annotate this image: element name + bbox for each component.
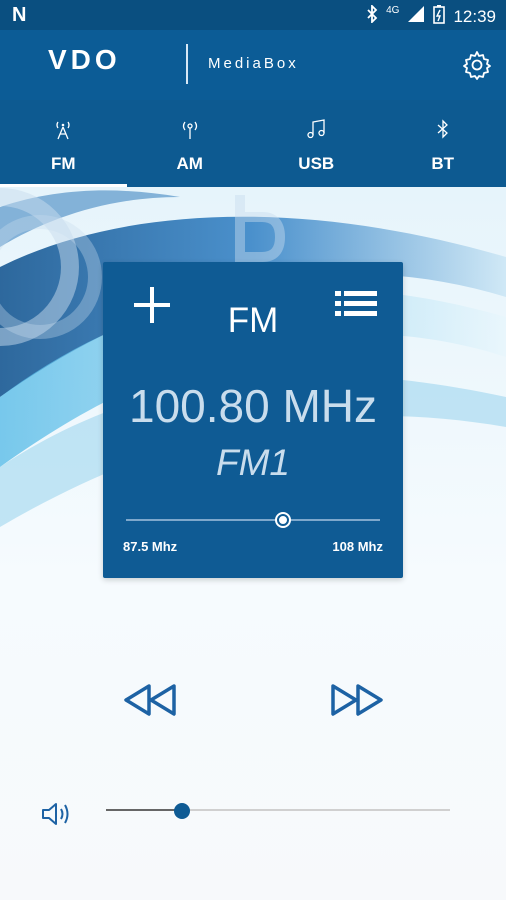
tab-bt-label: BT bbox=[431, 154, 455, 173]
antenna-icon bbox=[56, 121, 70, 140]
tab-bt[interactable]: BT bbox=[380, 100, 506, 187]
logo-divider bbox=[186, 44, 188, 84]
volume-slider-fill bbox=[106, 809, 182, 811]
status-icons: 4G 12:39 bbox=[366, 3, 496, 29]
radio-icon bbox=[182, 121, 197, 139]
min-frequency-label: 87.5 Mhz bbox=[123, 539, 178, 554]
bluetooth-icon bbox=[437, 119, 448, 139]
bluetooth-status-icon bbox=[366, 3, 378, 28]
network-label: 4G bbox=[386, 5, 400, 16]
tab-am[interactable]: AM bbox=[127, 100, 254, 187]
status-time: 12:39 bbox=[453, 6, 496, 26]
tab-usb[interactable]: USB bbox=[253, 100, 380, 187]
signal-icon bbox=[407, 5, 425, 28]
brand-logo: VDO bbox=[48, 44, 121, 75]
music-note-icon bbox=[307, 119, 325, 139]
tab-usb-label: USB bbox=[298, 154, 335, 173]
tab-am-label: AM bbox=[176, 154, 203, 173]
preset-label: FM1 bbox=[216, 442, 290, 483]
app-bar: VDO MediaBox bbox=[0, 30, 506, 100]
frequency-slider-thumb[interactable] bbox=[277, 514, 290, 526]
fast-forward-icon bbox=[331, 684, 383, 716]
settings-button[interactable] bbox=[462, 50, 492, 80]
tab-fm-label: FM bbox=[50, 154, 76, 173]
rewind-icon bbox=[124, 684, 176, 716]
source-tabs: FM AM USB BT bbox=[0, 100, 506, 187]
battery-icon bbox=[433, 4, 446, 29]
fast-forward-button[interactable] bbox=[329, 682, 385, 718]
band-label: FM bbox=[227, 301, 279, 340]
notification-icon: N bbox=[12, 4, 27, 26]
status-bar: N 4G 12:39 bbox=[0, 0, 506, 30]
volume-slider-thumb[interactable] bbox=[173, 803, 190, 819]
frequency-slider[interactable] bbox=[126, 519, 380, 521]
tuner-card: FM 100.80 MHz FM1 87.5 Mhz 108 Mhz bbox=[103, 262, 403, 578]
tab-fm[interactable]: FM bbox=[0, 100, 127, 187]
volume-icon[interactable] bbox=[40, 800, 74, 828]
gear-icon bbox=[463, 51, 491, 80]
app-title: MediaBox bbox=[208, 55, 299, 72]
frequency-display: 100.80 MHz bbox=[128, 380, 377, 432]
max-frequency-label: 108 Mhz bbox=[332, 539, 383, 554]
rewind-button[interactable] bbox=[122, 682, 178, 718]
